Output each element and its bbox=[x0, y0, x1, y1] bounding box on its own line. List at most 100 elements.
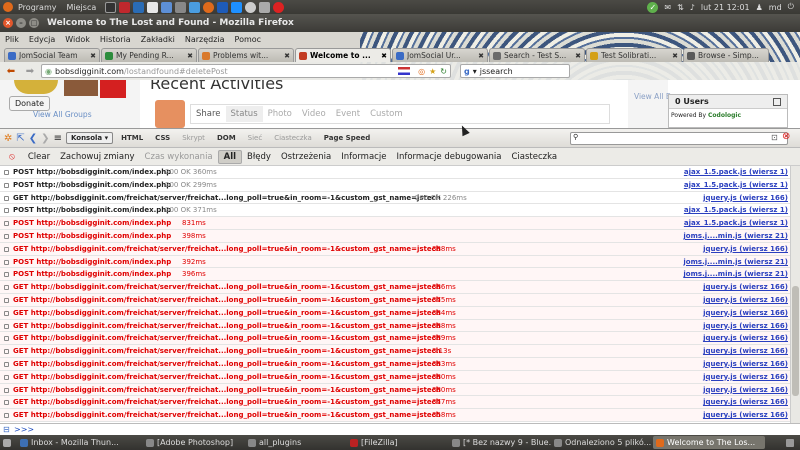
log-source-link[interactable]: jquery.js (wiersz 166) bbox=[703, 192, 788, 204]
menu-help[interactable]: Pomoc bbox=[230, 35, 267, 44]
log-request[interactable]: GET http://bobsdigginit.com/freichat/ser… bbox=[13, 192, 441, 204]
log-row[interactable]: POST http://bobsdigginit.com/index.php 20… bbox=[0, 204, 790, 218]
forward-icon[interactable]: ❯ bbox=[41, 133, 49, 144]
network-status-icon[interactable]: ⇅ bbox=[677, 3, 684, 12]
chat-icon[interactable] bbox=[161, 1, 173, 13]
tab[interactable]: Search - Test S... ✖ bbox=[489, 48, 585, 62]
taskbar-item[interactable]: [* Bez nazwy 9 - Blue... bbox=[449, 436, 551, 449]
filter-cookies[interactable]: Ciasteczka bbox=[506, 151, 562, 163]
log-row[interactable]: GET http://bobsdigginit.com/freichat/ser… bbox=[0, 357, 790, 371]
expand-row-icon[interactable] bbox=[4, 272, 9, 278]
panel-tab-page-speed[interactable]: Page Speed bbox=[320, 133, 374, 143]
close-window-icon[interactable]: × bbox=[3, 18, 13, 28]
log-row[interactable]: POST http://bobsdigginit.com/index.php 39… bbox=[0, 229, 790, 243]
scrollbar-thumb[interactable] bbox=[792, 286, 799, 396]
volume-icon[interactable]: ♪ bbox=[690, 3, 695, 12]
log-request[interactable]: POST http://bobsdigginit.com/index.php bbox=[13, 166, 171, 178]
expand-row-icon[interactable] bbox=[4, 297, 9, 303]
log-source-link[interactable]: jquery.js (wiersz 166) bbox=[703, 384, 788, 396]
log-request[interactable]: GET http://bobsdigginit.com/freichat/ser… bbox=[13, 281, 441, 293]
maximize-chat-icon[interactable] bbox=[773, 98, 781, 106]
close-firebug-icon[interactable]: ⊗ bbox=[782, 131, 790, 142]
mail-icon[interactable]: ✉ bbox=[664, 3, 671, 12]
menu-history[interactable]: Historia bbox=[95, 35, 136, 44]
text-editor-icon[interactable] bbox=[147, 1, 159, 13]
expand-row-icon[interactable] bbox=[4, 310, 9, 316]
log-row[interactable]: GET http://bobsdigginit.com/freichat/ser… bbox=[0, 293, 790, 307]
tab[interactable]: JomSocial Team ✖ bbox=[4, 48, 100, 62]
expand-row-icon[interactable] bbox=[4, 195, 9, 201]
console-panel-tab[interactable]: Konsola ▾ bbox=[65, 132, 114, 144]
view-all-groups-link[interactable]: View All Groups bbox=[33, 110, 92, 119]
log-request[interactable]: GET http://bobsdigginit.com/freichat/ser… bbox=[13, 371, 441, 383]
back-icon[interactable]: ❮ bbox=[29, 133, 37, 144]
minimize-window-icon[interactable]: – bbox=[16, 18, 26, 28]
log-row[interactable]: POST http://bobsdigginit.com/index.php 20… bbox=[0, 166, 790, 179]
expand-row-icon[interactable] bbox=[4, 323, 9, 329]
close-tab-icon[interactable]: ✖ bbox=[187, 52, 193, 60]
command-line[interactable]: ⊟ >>> bbox=[0, 423, 800, 435]
expand-row-icon[interactable] bbox=[4, 285, 9, 291]
log-source-link[interactable]: ajax_1.5.pack.js (wiersz 1) bbox=[684, 166, 788, 178]
power-icon[interactable]: ⏻ bbox=[788, 2, 794, 12]
photoshop-icon[interactable] bbox=[231, 1, 243, 13]
taskbar-item[interactable]: Welcome to The Los... bbox=[653, 436, 765, 449]
network-icon[interactable] bbox=[175, 1, 187, 13]
menu-edit[interactable]: Edycja bbox=[24, 35, 60, 44]
close-tab-icon[interactable]: ✖ bbox=[575, 52, 581, 60]
log-source-link[interactable]: jquery.js (wiersz 166) bbox=[703, 281, 788, 293]
log-scrollbar[interactable] bbox=[790, 166, 800, 423]
firefox-icon[interactable] bbox=[203, 1, 215, 13]
expand-row-icon[interactable] bbox=[4, 246, 9, 252]
rss-icon[interactable]: ◎ bbox=[418, 67, 425, 76]
log-row[interactable]: GET http://bobsdigginit.com/freichat/ser… bbox=[0, 319, 790, 333]
filter-errors[interactable]: Błędy bbox=[242, 151, 276, 163]
menu-bookmarks[interactable]: Zakładki bbox=[136, 35, 180, 44]
log-source-link[interactable]: ajax_1.5.pack.js (wiersz 1) bbox=[684, 217, 788, 229]
log-row[interactable]: GET http://bobsdigginit.com/freichat/ser… bbox=[0, 306, 790, 320]
filezilla-icon[interactable] bbox=[119, 1, 131, 13]
share-tab-video[interactable]: Video bbox=[297, 109, 331, 119]
panel-tab-net[interactable]: Sieć bbox=[244, 133, 267, 143]
show-desktop-icon[interactable] bbox=[0, 436, 17, 449]
file-manager-icon[interactable] bbox=[189, 1, 201, 13]
expand-row-icon[interactable] bbox=[4, 221, 9, 227]
log-request[interactable]: GET http://bobsdigginit.com/freichat/ser… bbox=[13, 384, 441, 396]
log-request[interactable]: POST http://bobsdigginit.com/index.php bbox=[13, 204, 171, 216]
log-source-link[interactable]: joms.j....min.js (wiersz 21) bbox=[683, 230, 788, 242]
user-name[interactable]: md bbox=[769, 3, 782, 12]
log-source-link[interactable]: jquery.js (wiersz 166) bbox=[703, 294, 788, 306]
donate-button[interactable]: Donate bbox=[9, 96, 51, 111]
firebug-search-input[interactable]: ⚲ bbox=[570, 132, 788, 145]
expand-row-icon[interactable] bbox=[4, 182, 9, 188]
log-request[interactable]: GET http://bobsdigginit.com/freichat/ser… bbox=[13, 243, 441, 255]
log-request[interactable]: POST http://bobsdigginit.com/index.php bbox=[13, 230, 171, 242]
log-request[interactable]: GET http://bobsdigginit.com/freichat/ser… bbox=[13, 396, 441, 408]
tab[interactable]: Test Solibrati... ✖ bbox=[586, 48, 682, 62]
expand-row-icon[interactable] bbox=[4, 170, 9, 175]
log-request[interactable]: GET http://bobsdigginit.com/freichat/ser… bbox=[13, 345, 441, 357]
log-source-link[interactable]: ajax_1.5.pack.js (wiersz 1) bbox=[684, 179, 788, 191]
tab[interactable]: Problems wit... ✖ bbox=[198, 48, 294, 62]
menu-icon[interactable]: ≡ bbox=[54, 133, 62, 144]
log-request[interactable]: GET http://bobsdigginit.com/freichat/ser… bbox=[13, 332, 441, 344]
log-source-link[interactable]: joms.j....min.js (wiersz 21) bbox=[683, 256, 788, 268]
skype-icon[interactable] bbox=[133, 1, 145, 13]
log-source-link[interactable]: jquery.js (wiersz 166) bbox=[703, 243, 788, 255]
persist-button[interactable]: Zachowuj zmiany bbox=[55, 151, 139, 163]
log-row[interactable]: GET http://bobsdigginit.com/freichat/ser… bbox=[0, 281, 790, 294]
log-request[interactable]: POST http://bobsdigginit.com/index.php bbox=[13, 256, 171, 268]
site-identity-icon[interactable]: ◉ bbox=[45, 67, 52, 76]
log-source-link[interactable]: jquery.js (wiersz 166) bbox=[703, 320, 788, 332]
gimp-icon[interactable] bbox=[259, 1, 271, 13]
filter-debug[interactable]: Informacje debugowania bbox=[391, 151, 506, 163]
log-row[interactable]: GET http://bobsdigginit.com/freichat/ser… bbox=[0, 345, 790, 358]
search-bar[interactable]: g ▾ jssearch bbox=[460, 64, 570, 78]
log-request[interactable]: GET http://bobsdigginit.com/freichat/ser… bbox=[13, 294, 441, 306]
trash-icon[interactable] bbox=[783, 436, 800, 449]
log-source-link[interactable]: jquery.js (wiersz 166) bbox=[703, 345, 788, 357]
panel-tab-css[interactable]: CSS bbox=[151, 133, 174, 143]
thunderbird-icon[interactable] bbox=[217, 1, 229, 13]
taskbar-item[interactable]: all_plugins bbox=[245, 436, 347, 449]
tab[interactable]: My Pending R... ✖ bbox=[101, 48, 197, 62]
